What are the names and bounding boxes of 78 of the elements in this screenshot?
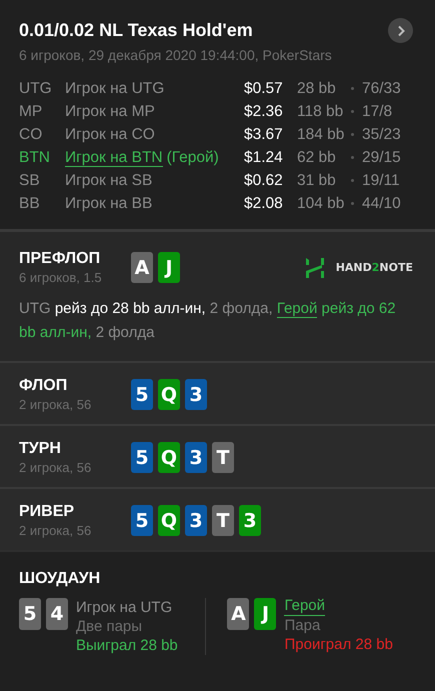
street-title: ПРЕФЛОП <box>19 250 102 268</box>
position-label: CO <box>19 125 44 145</box>
stack-amount: $0.57 <box>244 79 284 99</box>
hand-rank: Две пары <box>76 617 142 636</box>
playing-card: 3 <box>185 505 207 536</box>
separator-dot-icon <box>351 110 354 113</box>
position-label: SB <box>19 171 41 191</box>
player-name: Игрок на UTG <box>65 80 164 97</box>
position-label: UTG <box>19 79 53 99</box>
player-stats: 17/8 <box>362 102 392 122</box>
player-name: Игрок на UTG <box>76 598 172 617</box>
result-text: Проиграл 28 bb <box>284 634 393 654</box>
stack-bb: 31 bb <box>297 171 337 191</box>
street-title: РИВЕР <box>19 503 76 521</box>
playing-card: 5 <box>131 379 153 410</box>
player-name: Игрок на BB <box>65 195 152 212</box>
player-stats: 19/11 <box>362 171 400 191</box>
playing-card: Q <box>158 505 180 536</box>
separator-dot-icon <box>351 87 354 90</box>
showdown-title: ШОУДАУН <box>19 570 102 588</box>
player-stats: 29/15 <box>362 148 401 168</box>
hero-link[interactable]: Герой <box>276 300 318 318</box>
street-title: ТУРН <box>19 440 62 458</box>
hero-label: (Герой) <box>166 149 219 166</box>
player-name[interactable]: Герой <box>284 598 326 616</box>
playing-card: 5 <box>131 442 153 473</box>
player-stats: 76/33 <box>362 79 401 99</box>
playing-card: 3 <box>185 442 207 473</box>
playing-card: 4 <box>46 598 68 630</box>
player-stats: 35/23 <box>362 125 401 145</box>
separator-dot-icon <box>351 156 354 159</box>
stack-amount: $3.67 <box>244 125 284 145</box>
result-text: Выиграл 28 bb <box>76 636 178 655</box>
hand-subtitle: 6 игроков, 29 декабря 2020 19:44:00, PokerStars <box>19 47 333 63</box>
street-info: 2 игрока, 56 <box>19 523 92 538</box>
playing-card: J <box>254 598 276 630</box>
position-label: BB <box>19 194 41 214</box>
street-info: 2 игрока, 56 <box>19 397 92 412</box>
playing-card: 3 <box>185 379 207 410</box>
separator-dot-icon <box>351 133 354 136</box>
separator-dot-icon <box>351 179 354 182</box>
stack-bb: 28 bb <box>297 79 337 99</box>
street-info: 6 игроков, 1.5 <box>19 270 103 285</box>
position-label: BTN <box>19 148 51 168</box>
playing-card: J <box>158 252 180 283</box>
chevron-right-icon <box>396 24 406 36</box>
playing-card: A <box>131 252 153 283</box>
stack-bb: 118 bb <box>297 102 344 122</box>
logo-icon <box>304 256 326 278</box>
stack-bb: 62 bb <box>297 148 337 168</box>
hand-rank: Пара <box>284 616 320 634</box>
playing-card: T <box>212 442 234 473</box>
playing-card: 3 <box>239 505 261 536</box>
player-name[interactable]: Игрок на BTN <box>65 149 163 167</box>
stack-amount: $0.62 <box>244 171 284 191</box>
stack-amount: $2.36 <box>244 102 284 122</box>
stack-bb: 184 bb <box>297 125 346 145</box>
street-title: ФЛОП <box>19 377 68 395</box>
position-label: MP <box>19 102 44 122</box>
player-stats: 44/10 <box>362 194 401 214</box>
next-button[interactable] <box>388 18 413 43</box>
action-summary: UTG рейз до 28 bb алл-ин, 2 фолда, Герой рейз до 62 bb алл-ин, 2 фолда <box>19 299 397 343</box>
playing-card: T <box>212 505 234 536</box>
playing-card: Q <box>158 379 180 410</box>
playing-card: 5 <box>19 598 41 630</box>
stack-bb: 104 bb <box>297 194 346 214</box>
separator-dot-icon <box>351 202 354 205</box>
logo-text: HAND2NOTE <box>336 261 413 274</box>
player-name: Игрок на MP <box>65 103 155 120</box>
playing-card: Q <box>158 442 180 473</box>
player-name: Игрок на CO <box>65 126 155 143</box>
hand-title: 0.01/0.02 NL Texas Hold'em <box>19 20 253 41</box>
stack-amount: $2.08 <box>244 194 284 214</box>
playing-card: 5 <box>131 505 153 536</box>
playing-card: A <box>227 598 250 630</box>
stack-amount: $1.24 <box>244 148 284 168</box>
player-name: Игрок на SB <box>65 172 152 189</box>
street-info: 2 игрока, 56 <box>19 460 92 475</box>
